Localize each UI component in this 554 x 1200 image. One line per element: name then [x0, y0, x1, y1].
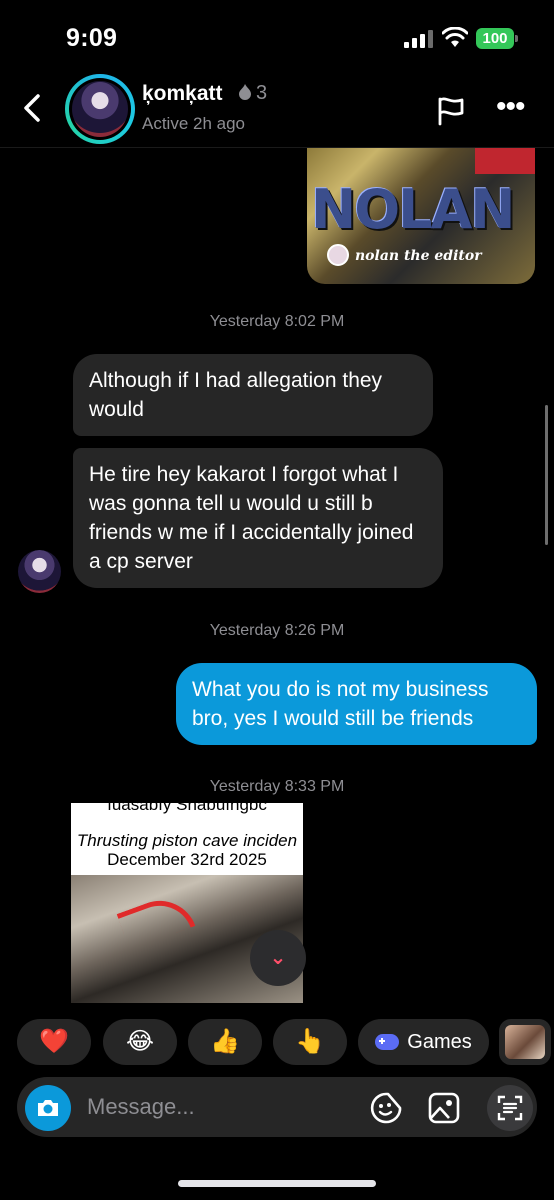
- avatar-image: [72, 81, 128, 137]
- outgoing-message[interactable]: What you do is not my business bro, yes …: [176, 663, 537, 745]
- games-label: Games: [407, 1031, 472, 1053]
- camera-button[interactable]: [25, 1085, 71, 1131]
- scan-button[interactable]: [487, 1085, 533, 1131]
- flag-icon[interactable]: [436, 96, 466, 126]
- image-text-line: December 32rd 2025: [107, 850, 267, 869]
- gamepad-icon: [375, 1034, 400, 1050]
- streak-count: 3: [256, 82, 268, 104]
- streak-badge: 3: [238, 82, 267, 105]
- message-composer: [17, 1077, 537, 1137]
- image-caption: nolan the editor: [355, 248, 482, 264]
- image-red-block: [475, 148, 535, 174]
- incoming-message[interactable]: He tire hey kakarot I forgot what I was …: [73, 448, 443, 588]
- reaction-thumbs-up[interactable]: 👍: [188, 1019, 262, 1065]
- sticker-image: [505, 1025, 545, 1059]
- timestamp: Yesterday 8:26 PM: [209, 622, 345, 639]
- image-message-nolan[interactable]: NOLAN nolan the editor: [307, 148, 535, 284]
- caption-avatar: [327, 244, 349, 266]
- status-bar: 9:09 100: [0, 0, 554, 70]
- gallery-icon[interactable]: [427, 1091, 461, 1125]
- sticker-icon[interactable]: [369, 1091, 403, 1125]
- camera-icon: [38, 1100, 58, 1116]
- reaction-laugh[interactable]: 😂: [103, 1019, 177, 1065]
- home-indicator: [178, 1180, 376, 1187]
- message-input[interactable]: [87, 1092, 357, 1122]
- battery-indicator: 100: [476, 28, 514, 49]
- scan-text-icon: [497, 1095, 523, 1121]
- reaction-heart[interactable]: ❤️: [17, 1019, 91, 1065]
- battery-tip: [515, 35, 518, 42]
- chat-header: ķomķatt 3 Active 2h ago •••: [0, 70, 554, 148]
- image-text-line: Thrusting piston cave inciden: [76, 831, 298, 850]
- timestamp: Yesterday 8:33 PM: [209, 778, 345, 795]
- reaction-point-up[interactable]: 👆: [273, 1019, 347, 1065]
- status-time: 9:09: [66, 24, 118, 52]
- chevron-left-icon[interactable]: [18, 90, 48, 126]
- sticker-thumbnail[interactable]: [499, 1019, 551, 1065]
- signal-icon: [404, 30, 434, 48]
- image-title: NOLAN: [311, 178, 515, 241]
- more-options-icon[interactable]: •••: [496, 92, 530, 122]
- incoming-message[interactable]: Although if I had allegation they would: [73, 354, 433, 436]
- wifi-icon: [442, 27, 468, 47]
- games-button[interactable]: Games: [358, 1019, 489, 1065]
- scroll-to-bottom-button[interactable]: ⌄: [250, 930, 306, 986]
- image-text-line: ıuasabıy Snabuıngbc: [107, 803, 267, 814]
- message-thread[interactable]: NOLAN nolan the editor Yesterday 8:02 PM…: [0, 148, 554, 1008]
- active-status: Active 2h ago: [142, 114, 246, 133]
- timestamp: Yesterday 8:02 PM: [209, 313, 345, 330]
- scrollbar[interactable]: [545, 405, 548, 545]
- contact-avatar[interactable]: [65, 74, 135, 144]
- contact-name[interactable]: ķomķatt: [142, 82, 223, 106]
- quick-reactions: ❤️ 😂 👍 👆 Games: [17, 1019, 554, 1065]
- sender-avatar[interactable]: [18, 550, 61, 593]
- flame-icon: [239, 84, 251, 100]
